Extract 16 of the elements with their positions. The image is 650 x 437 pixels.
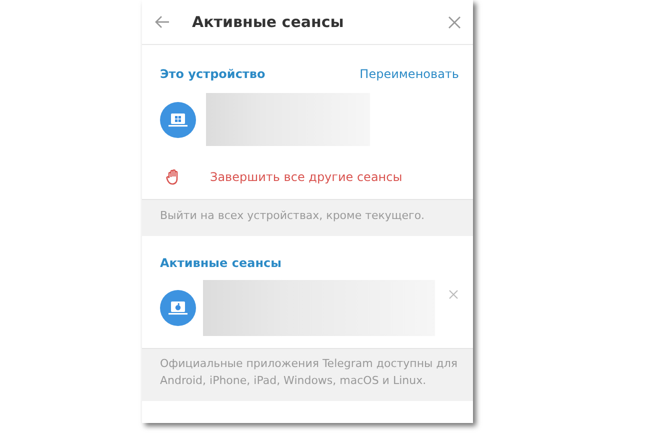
rename-link[interactable]: Переименовать (360, 67, 459, 81)
info-note: Официальные приложения Telegram доступны для Android, iPhone, iPad, Windows, macOS и Linux. (160, 356, 458, 389)
back-arrow-icon (154, 15, 170, 29)
window-title: Активные сеансы (192, 13, 345, 31)
close-icon (449, 290, 458, 299)
section-title: Активные сеансы (160, 256, 282, 270)
section-title: Это устройство (160, 67, 266, 81)
info-note: Выйти на всех устройствах, кроме текущего. (160, 208, 426, 224)
laptop-icon (160, 290, 196, 326)
laptop-icon (160, 102, 196, 138)
terminate-session-button[interactable] (449, 290, 458, 299)
terminate-sessions-button[interactable]: Завершить все другие сеансы (166, 169, 402, 185)
hand-icon (166, 169, 180, 185)
close-button[interactable] (448, 16, 461, 28)
close-icon (448, 16, 461, 28)
back-button[interactable] (154, 15, 170, 29)
